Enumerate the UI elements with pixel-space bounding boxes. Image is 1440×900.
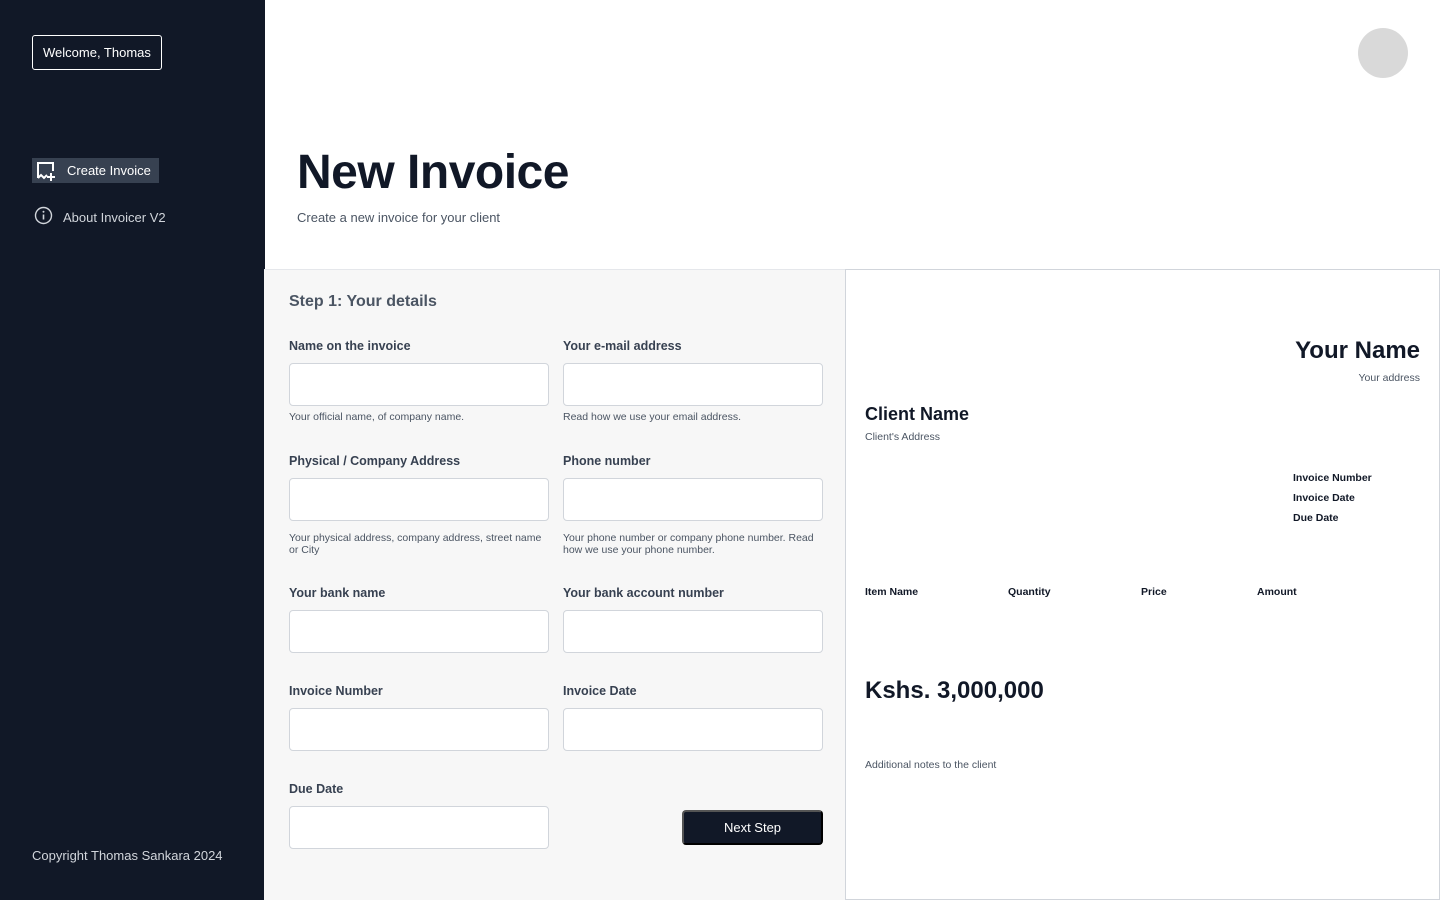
sidebar: Welcome, Thomas Create Invoice About Inv…: [0, 0, 265, 900]
invoice-preview: Your Name Your address Client Name Clien…: [845, 269, 1440, 900]
field-help: Your official name, of company name.: [289, 411, 465, 423]
field-label: Phone number: [563, 454, 651, 468]
preview-column-price: Price: [1141, 586, 1167, 598]
avatar[interactable]: [1358, 28, 1408, 78]
name-input[interactable]: [289, 363, 549, 406]
next-step-button[interactable]: Next Step: [682, 810, 823, 845]
step-title: Step 1: Your details: [289, 293, 437, 310]
field-label: Your bank name: [289, 586, 386, 600]
bank-name-input[interactable]: [289, 610, 549, 653]
preview-column-amount: Amount: [1257, 586, 1297, 598]
email-input[interactable]: [563, 363, 823, 406]
field-label: Name on the invoice: [289, 339, 411, 353]
sidebar-item-label: About Invoicer V2: [63, 209, 166, 225]
copyright-text: Copyright Thomas Sankara 2024: [32, 848, 223, 863]
welcome-badge: Welcome, Thomas: [32, 35, 162, 70]
preview-client-address: Client's Address: [865, 431, 940, 443]
details-form: Step 1: Your details Name on the invoice…: [264, 269, 846, 900]
due-date-input[interactable]: [289, 806, 549, 849]
field-help: Your phone number or company phone numbe…: [563, 532, 814, 556]
field-help: Read how we use your email address.: [563, 411, 742, 423]
invoice-date-input[interactable]: [563, 708, 823, 751]
sidebar-item-about[interactable]: About Invoicer V2: [34, 206, 166, 228]
sidebar-item-label: Create Invoice: [67, 163, 151, 178]
preview-due-date-label: Due Date: [1293, 512, 1339, 524]
field-label: Due Date: [289, 782, 344, 796]
preview-your-address: Your address: [1358, 372, 1421, 384]
field-label: Invoice Date: [563, 684, 637, 698]
preview-total: Kshs. 3,000,000: [865, 677, 1044, 704]
preview-column-item-name: Item Name: [865, 586, 919, 598]
preview-invoice-number-label: Invoice Number: [1293, 472, 1372, 484]
field-label: Invoice Number: [289, 684, 383, 698]
preview-column-quantity: Quantity: [1008, 586, 1051, 598]
field-label: Physical / Company Address: [289, 454, 461, 468]
page-subtitle: Create a new invoice for your client: [297, 210, 501, 225]
field-label: Your bank account number: [563, 586, 724, 600]
preview-invoice-date-label: Invoice Date: [1293, 492, 1355, 504]
bank-account-input[interactable]: [563, 610, 823, 653]
preview-notes: Additional notes to the client: [865, 759, 997, 771]
create-invoice-icon: [32, 158, 57, 183]
address-input[interactable]: [289, 478, 549, 521]
invoice-number-input[interactable]: [289, 708, 549, 751]
field-label: Your e-mail address: [563, 339, 682, 353]
field-help: Your physical address, company address, …: [289, 532, 542, 556]
info-icon: [34, 206, 53, 228]
page-title: New Invoice: [297, 146, 569, 199]
preview-your-name: Your Name: [1295, 337, 1420, 364]
preview-client-name: Client Name: [865, 404, 970, 424]
phone-input[interactable]: [563, 478, 823, 521]
sidebar-item-create-invoice[interactable]: Create Invoice: [32, 158, 159, 183]
